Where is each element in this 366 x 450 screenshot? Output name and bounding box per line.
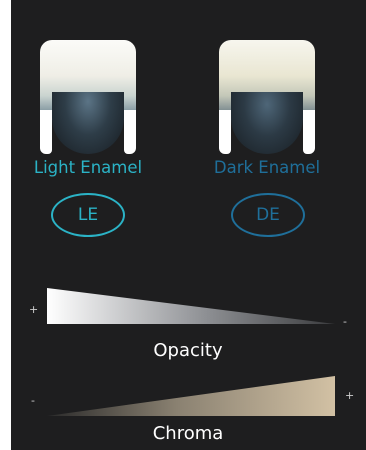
dark-enamel-shade-tab[interactable]: [219, 40, 315, 154]
le-badge[interactable]: LE: [51, 193, 125, 237]
opacity-label: Opacity: [153, 340, 223, 361]
opacity-minus-sign: -: [343, 315, 347, 328]
opacity-wedge: [47, 288, 335, 324]
shade-tab-legs: [219, 110, 315, 154]
light-enamel-label: Light Enamel: [33, 158, 143, 177]
shade-tab-legs: [40, 110, 136, 154]
chroma-wedge: [47, 376, 335, 416]
dark-enamel-label: Dark Enamel: [213, 158, 321, 177]
chroma-minus-sign: -: [31, 394, 35, 407]
shade-guide-panel: Light Enamel LE Dark Enamel DE + - Opaci…: [11, 0, 366, 450]
chroma-plus-sign: +: [345, 389, 355, 402]
opacity-plus-sign: +: [29, 303, 39, 316]
de-badge[interactable]: DE: [231, 193, 305, 237]
chroma-label: Chroma: [152, 423, 224, 444]
light-enamel-shade-tab[interactable]: [40, 40, 136, 154]
